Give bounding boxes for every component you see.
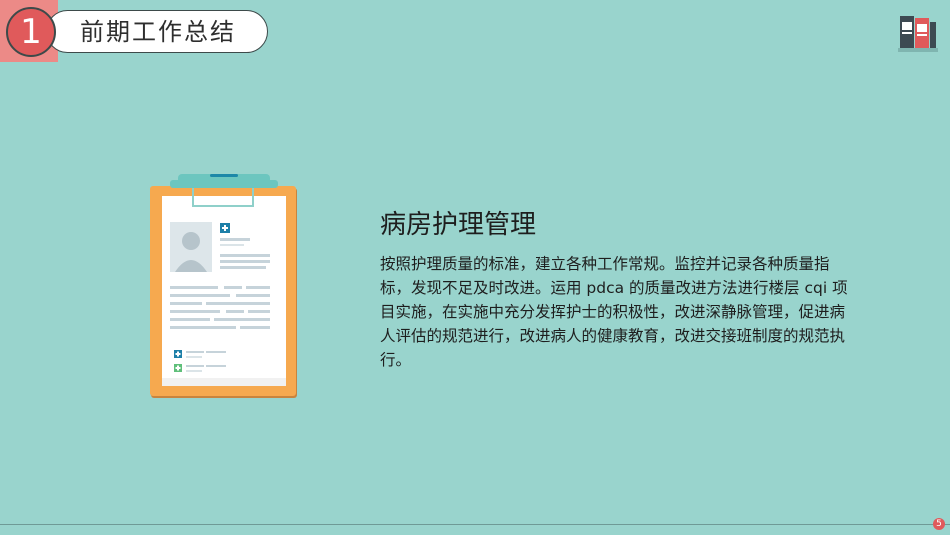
page-title: 前期工作总结 (80, 18, 236, 46)
section-heading: 病房护理管理 (380, 210, 537, 240)
page-number-badge: 5 (933, 518, 945, 530)
section-number: 1 (20, 12, 42, 52)
books-icon (898, 16, 938, 52)
section-body: 按照护理质量的标准，建立各种工作常规。监控并记录各种质量指标，发现不足及时改进。… (380, 255, 848, 369)
clipboard-icon (150, 174, 297, 398)
slide: 前期工作总结 1 病房护理管理 按照护理质量的标准，建立各种工作常规。监控并记录… (0, 0, 950, 535)
footer-divider (0, 524, 950, 525)
